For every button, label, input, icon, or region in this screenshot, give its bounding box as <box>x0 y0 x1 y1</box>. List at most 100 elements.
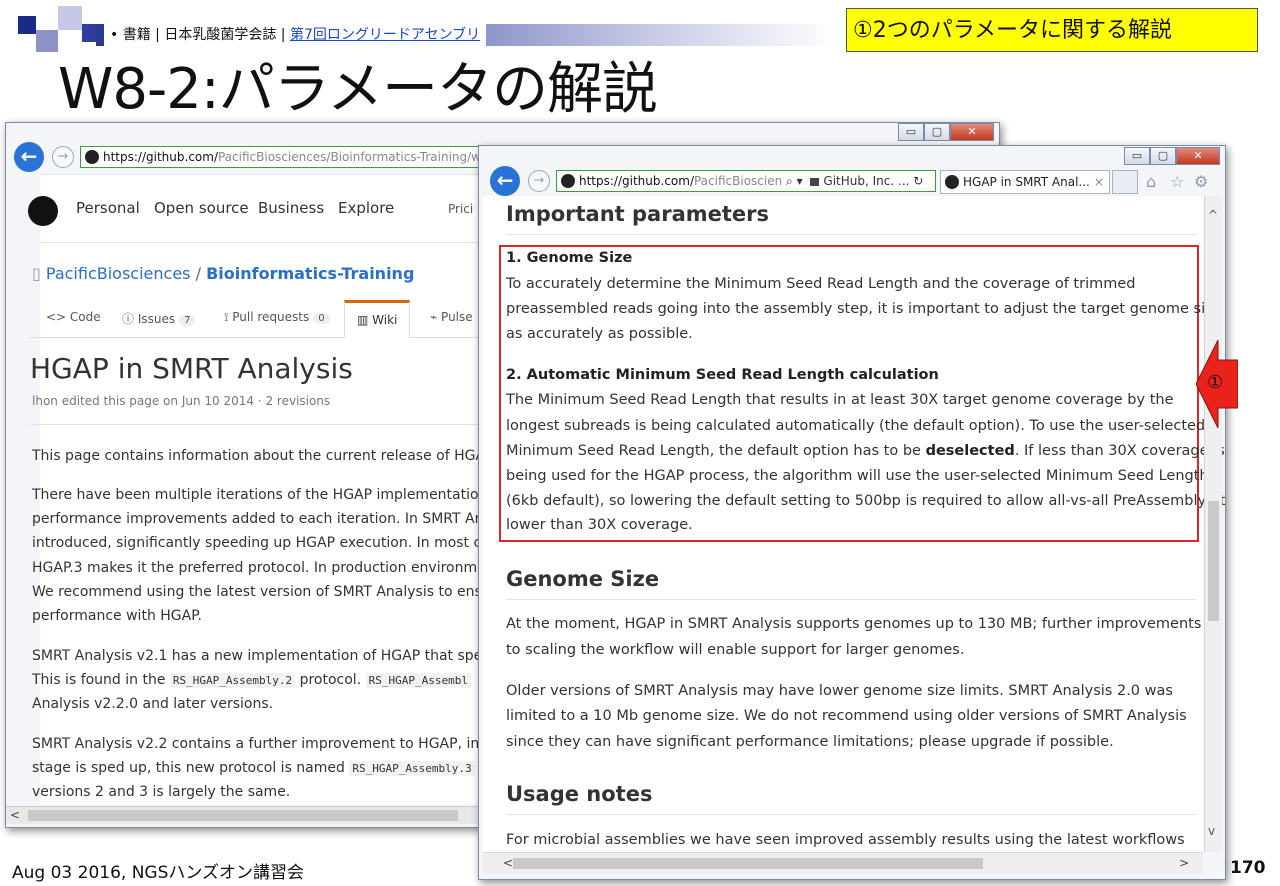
scroll-left-icon[interactable]: < <box>503 856 513 870</box>
wiki-text-line: We recommend using the latest version of… <box>32 584 491 600</box>
github-icon <box>85 150 99 164</box>
address-path: PacificBioscien <box>693 174 783 188</box>
breadcrumb-link[interactable]: 第7回ロングリードアセンブリ <box>290 27 480 43</box>
slide-breadcrumb: • 書籍 | 日本乳酸菌学会誌 | 第7回ロングリードアセンブリ <box>104 24 487 46</box>
address-bar-back[interactable]: https://github.com/PacificBiosciences/Bi… <box>80 146 480 168</box>
tab-code[interactable]: <> Code <box>46 310 101 324</box>
star-icon[interactable]: ☆ <box>1170 172 1184 191</box>
minimize-button[interactable]: ▭ <box>1124 147 1150 165</box>
param-text-line: Minimum Seed Read Length, the default op… <box>506 443 1225 459</box>
maximize-button[interactable]: ▢ <box>924 123 950 141</box>
search-dropdown-icon[interactable]: ⌕ ▾ <box>786 174 803 188</box>
divider <box>506 599 1196 600</box>
close-button[interactable]: ✕ <box>1176 147 1220 165</box>
divider <box>506 814 1196 815</box>
horizontal-scrollbar-back[interactable]: < <box>6 806 480 824</box>
divider <box>40 242 480 243</box>
maximize-button[interactable]: ▢ <box>1150 147 1176 165</box>
wiki-text-line: stage is sped up, this new protocol is n… <box>32 760 483 776</box>
section-heading-important-parameters: Important parameters <box>506 202 770 226</box>
param-text-line: as accurately as possible. <box>506 326 693 342</box>
scrollbar-thumb[interactable] <box>28 810 458 821</box>
address-domain: https://github.com/ <box>103 150 218 164</box>
forward-arrow-icon[interactable]: → <box>528 170 550 192</box>
wiki-text-line: SMRT Analysis v2.1 has a new implementat… <box>32 648 491 664</box>
home-icon[interactable]: ⌂ <box>1146 172 1156 191</box>
nav-personal[interactable]: Personal <box>76 199 140 217</box>
body-text-line: For microbial assemblies we have seen im… <box>506 832 1185 848</box>
param-text-line: longest subreads is being calculated aut… <box>506 418 1206 434</box>
wiki-text-line: performance improvements added to each i… <box>32 511 496 527</box>
certificate-label[interactable]: GitHub, Inc. ... ↻ <box>823 174 923 188</box>
tab-wiki[interactable]: ▥ Wiki <box>344 300 411 338</box>
bold-deselected: deselected <box>925 443 1015 459</box>
scroll-right-icon[interactable]: > <box>1179 856 1189 870</box>
github-logo-icon[interactable] <box>28 196 58 226</box>
param-text-line: lower than 30X coverage. <box>506 517 693 533</box>
repo-name-link[interactable]: Bioinformatics-Training <box>206 264 414 283</box>
param-heading-genome-size: 1. Genome Size <box>506 250 633 266</box>
scroll-down-icon[interactable]: v <box>1208 824 1215 838</box>
slide-decoration-square <box>36 30 58 52</box>
param-text-line: (6kb default), so lowering the default s… <box>506 493 1226 509</box>
body-text-line: since they can have significant performa… <box>506 734 1114 750</box>
nav-pricing[interactable]: Prici <box>448 202 473 216</box>
marker-label: ① <box>1207 372 1224 393</box>
back-arrow-icon[interactable]: ← <box>490 166 520 196</box>
horizontal-scrollbar-front[interactable]: < > <box>483 852 1203 874</box>
address-path: PacificBiosciences/Bioinformatics-Traini… <box>217 150 480 164</box>
divider <box>30 424 480 425</box>
address-bar-front[interactable]: https://github.com/PacificBioscien ⌕ ▾ G… <box>556 170 936 192</box>
body-text-line: Older versions of SMRT Analysis may have… <box>506 683 1173 699</box>
code-snippet: RS_HGAP_Assembly.3 <box>349 761 475 776</box>
repo-owner-link[interactable]: PacificBiosciences <box>46 264 191 283</box>
wiki-text-line: versions 2 and 3 is largely the same. <box>32 784 291 800</box>
browser-tab-active[interactable]: HGAP in SMRT Anal... × <box>940 170 1110 194</box>
slide-decoration-square <box>18 16 36 34</box>
tab-pull-requests[interactable]: ⟟ Pull requests 0 <box>224 310 330 325</box>
param-heading-min-seed: 2. Automatic Minimum Seed Read Length ca… <box>506 367 939 383</box>
address-domain: https://github.com/ <box>579 174 694 188</box>
param-text-line: To accurately determine the Minimum Seed… <box>506 276 1136 292</box>
github-icon <box>561 174 575 188</box>
slide-decoration-square <box>58 6 82 30</box>
scrollbar-thumb[interactable] <box>1208 501 1219 621</box>
nav-explore[interactable]: Explore <box>338 199 394 217</box>
gear-icon[interactable]: ⚙ <box>1194 172 1208 191</box>
body-text-line: limited to a 10 Mb genome size. We do no… <box>506 708 1187 724</box>
wiki-text-line: This is found in the RS_HGAP_Assembly.2 … <box>32 672 471 688</box>
wiki-text-line: HGAP.3 makes it the preferred protocol. … <box>32 560 495 576</box>
scrollbar-thumb[interactable] <box>513 858 983 869</box>
window-controls-front: ▭ ▢ ✕ <box>1124 147 1220 165</box>
param-text-line: The Minimum Seed Read Length that result… <box>506 392 1174 408</box>
back-arrow-icon[interactable]: ← <box>14 142 44 172</box>
forward-arrow-icon[interactable]: → <box>52 146 74 168</box>
tab-issues[interactable]: ⓘ Issues 7 <box>122 310 196 327</box>
code-snippet: RS_HGAP_Assembl <box>365 673 471 688</box>
wiki-text-line: This page contains information about the… <box>32 448 494 464</box>
divider <box>506 234 1196 235</box>
book-icon: ▯ <box>32 264 46 283</box>
github-icon <box>945 175 959 189</box>
repo-sep: / <box>190 264 207 283</box>
close-button[interactable]: ✕ <box>950 123 994 141</box>
tab-title: HGAP in SMRT Anal... <box>963 175 1090 189</box>
section-heading-genome-size: Genome Size <box>506 567 660 591</box>
param-text-line: preassembled reads going into the assemb… <box>506 301 1222 317</box>
vertical-scrollbar-front[interactable]: ^ v <box>1204 196 1222 852</box>
tab-close-icon[interactable]: × <box>1094 175 1104 189</box>
nav-open-source[interactable]: Open source <box>154 199 249 217</box>
tab-pulse[interactable]: ⌁ Pulse <box>430 310 473 324</box>
minimize-button[interactable]: ▭ <box>898 123 924 141</box>
new-tab-button[interactable] <box>1112 170 1138 194</box>
lock-icon <box>810 177 820 186</box>
page-number: 170 <box>1230 858 1266 878</box>
body-text-line: At the moment, HGAP in SMRT Analysis sup… <box>506 616 1202 632</box>
scroll-up-icon[interactable]: ^ <box>1208 208 1218 222</box>
slide-title: W8-2:パラメータの解説 <box>58 57 658 122</box>
wiki-edit-meta: lhon edited this page on Jun 10 2014 · 2… <box>32 394 331 408</box>
scroll-left-icon[interactable]: < <box>10 808 20 822</box>
code-snippet: RS_HGAP_Assembly.2 <box>169 673 296 688</box>
nav-business[interactable]: Business <box>258 199 324 217</box>
wiki-text-line: introduced, significantly speeding up HG… <box>32 535 498 551</box>
